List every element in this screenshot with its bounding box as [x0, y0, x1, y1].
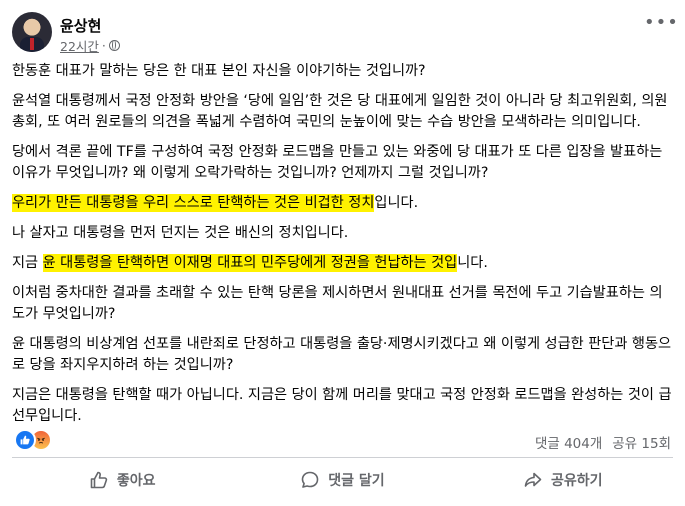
post-body: 한동훈 대표가 말하는 당은 한 대표 본인 자신을 이야기하는 것입니까? 윤… [12, 61, 675, 436]
post-paragraph-highlighted: 지금 윤 대통령을 탄핵하면 이재명 대표의 민주당에게 정권을 헌납하는 것입… [12, 253, 675, 274]
comment-button[interactable]: 댓글 달기 [232, 462, 452, 498]
highlighted-text: 윤 대통령을 탄핵하면 이재명 대표의 민주당에게 정권을 헌납하는 것입 [42, 254, 458, 272]
like-button[interactable]: 좋아요 [12, 462, 232, 498]
post-paragraph: 윤 대통령의 비상계엄 선포를 내란죄로 단정하고 대통령을 출당·제명시키겠다… [12, 336, 672, 373]
globe-icon [108, 40, 120, 51]
share-button[interactable]: 공유하기 [453, 462, 673, 498]
author-name[interactable]: 윤상현 [60, 15, 101, 36]
post-paragraph: 이처럼 중차대한 결과를 초래할 수 있는 탄핵 당론을 제시하면서 원내대표 … [12, 285, 663, 322]
comment-count[interactable]: 댓글 404개 [535, 432, 602, 452]
avatar-tie [30, 38, 34, 50]
comment-icon [301, 471, 319, 488]
post-paragraph: 지금은 대통령을 탄핵할 때가 아닙니다. 지금은 당이 함께 머리를 맞대고 … [12, 387, 672, 424]
post-meta: 22시간 · [60, 36, 120, 55]
thumbs-up-icon [90, 471, 108, 489]
share-count[interactable]: 공유 15회 [612, 432, 671, 452]
post-time[interactable]: 22시간 [60, 36, 99, 55]
divider [12, 457, 673, 458]
engagement-counts: 댓글 404개 공유 15회 [535, 432, 671, 452]
post-paragraph: 윤석열 대통령께서 국정 안정화 방안을 ‘당에 일임’한 것은 당 대표에게 … [12, 93, 668, 130]
meta-separator: · [101, 38, 106, 53]
facebook-post: 윤상현 22시간 · ••• 한동훈 대표가 말하는 당은 한 대표 본인 자신… [0, 0, 685, 506]
paragraph-suffix: 입니다. [374, 195, 419, 211]
highlighted-text: 우리가 만든 대통령을 우리 스스로 탄핵하는 것은 비겁한 정치 [12, 194, 375, 212]
like-icon [14, 429, 36, 451]
comment-label: 댓글 달기 [328, 473, 385, 489]
action-bar: 좋아요 댓글 달기 공유하기 [12, 462, 673, 498]
more-options-icon[interactable]: ••• [644, 14, 678, 36]
reaction-summary[interactable] [14, 429, 52, 451]
paragraph-suffix: 니다. [457, 255, 488, 271]
post-header: 윤상현 22시간 · ••• [12, 12, 678, 56]
like-label: 좋아요 [116, 473, 156, 489]
post-paragraph: 한동훈 대표가 말하는 당은 한 대표 본인 자신을 이야기하는 것입니까? [12, 63, 426, 79]
post-paragraph: 나 살자고 대통령을 먼저 던지는 것은 배신의 정치입니다. [12, 225, 349, 241]
paragraph-prefix: 지금 [12, 255, 43, 271]
post-paragraph: 당에서 격론 끝에 TF를 구성하여 국정 안정화 로드맵을 만들고 있는 와중… [12, 144, 663, 181]
share-icon [524, 472, 542, 487]
share-label: 공유하기 [551, 473, 603, 489]
avatar[interactable] [12, 12, 52, 52]
post-paragraph-highlighted: 우리가 만든 대통령을 우리 스스로 탄핵하는 것은 비겁한 정치입니다. [12, 193, 675, 214]
